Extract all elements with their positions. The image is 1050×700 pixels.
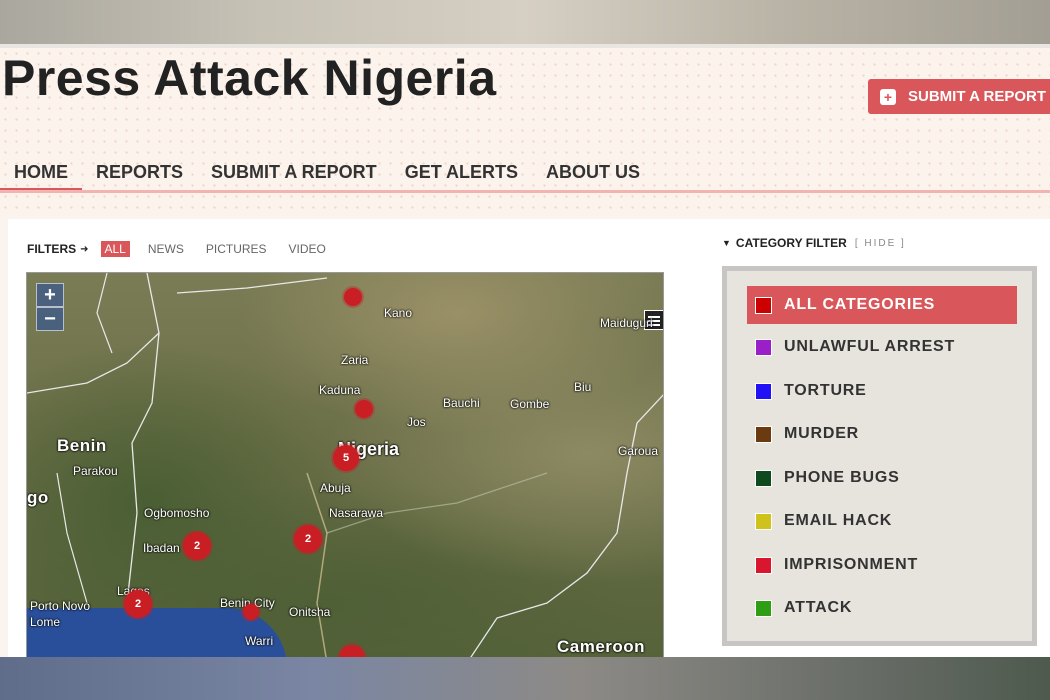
category-email-hack[interactable]: EMAIL HACK (747, 502, 1017, 540)
background-photo-bottom (0, 657, 1050, 700)
main-content: FILTERS ➜ ALL NEWS PICTURES VIDEO + − Ka… (8, 219, 1050, 662)
category-color-swatch (755, 512, 772, 530)
map-label-jos: Jos (407, 415, 426, 429)
map-label-porto-novo: Porto Novo (30, 599, 91, 613)
category-color-swatch (755, 296, 772, 314)
filter-tab-video[interactable]: VIDEO (289, 242, 326, 256)
category-color-swatch (755, 338, 772, 356)
zoom-out-button[interactable]: − (36, 307, 64, 331)
filter-tab-news[interactable]: NEWS (148, 242, 184, 256)
category-color-swatch (755, 599, 772, 617)
arrow-right-icon: ➜ (80, 243, 89, 255)
reports-map[interactable]: + − Kano Maiduguri Zaria Kaduna Bauchi G… (26, 272, 664, 662)
map-cluster-marker[interactable]: 2 (124, 590, 152, 618)
site-title[interactable]: Press Attack Nigeria (2, 49, 497, 107)
map-label-kano: Kano (384, 306, 413, 320)
category-unlawful-arrest[interactable]: UNLAWFUL ARREST (747, 328, 1017, 366)
arrow-down-icon: ▼ (722, 238, 731, 248)
map-cluster-marker[interactable]: 2 (294, 525, 322, 553)
map-label-benin: Benin (57, 436, 107, 455)
submit-report-label: SUBMIT A REPORT (908, 88, 1047, 105)
media-filters: FILTERS ➜ ALL NEWS PICTURES VIDEO (27, 241, 348, 257)
map-cluster-marker[interactable] (243, 604, 259, 620)
category-color-swatch (755, 425, 772, 443)
plus-icon: + (880, 88, 896, 105)
map-label-zaria: Zaria (341, 353, 369, 367)
map-label-maiduguri: Maiduguri (600, 316, 653, 330)
map-label-warri: Warri (245, 634, 274, 648)
map-label-garoua: Garoua (618, 444, 659, 458)
map-cluster-marker[interactable]: 2 (183, 532, 211, 560)
main-nav: HOME REPORTS SUBMIT A REPORT GET ALERTS … (0, 158, 654, 192)
map-label-parakou: Parakou (73, 464, 118, 478)
map-cluster-marker[interactable]: 5 (333, 445, 359, 471)
map-label-lome: Lome (30, 615, 61, 629)
map-label-gombe: Gombe (510, 397, 550, 411)
category-label: EMAIL HACK (784, 512, 893, 529)
map-label-bauchi: Bauchi (443, 396, 480, 410)
map-cluster-marker[interactable] (344, 288, 362, 306)
category-color-swatch (755, 469, 772, 487)
category-phone-bugs[interactable]: PHONE BUGS (747, 459, 1017, 497)
filter-tab-all[interactable]: ALL (100, 241, 130, 257)
filter-tab-pictures[interactable]: PICTURES (206, 242, 267, 256)
site-header: Press Attack Nigeria + SUBMIT A REPORT H… (0, 48, 1050, 216)
category-label: UNLAWFUL ARREST (784, 338, 956, 355)
category-label: PHONE BUGS (784, 469, 900, 486)
category-all[interactable]: ALL CATEGORIES (747, 286, 1017, 324)
category-label: IMPRISONMENT (784, 556, 919, 573)
category-filter-header: ▼ CATEGORY FILTER [ HIDE ] (722, 236, 906, 250)
map-label-onitsha: Onitsha (289, 605, 331, 619)
nav-item-get-alerts[interactable]: GET ALERTS (391, 158, 532, 192)
hide-categories-link[interactable]: [ HIDE ] (855, 238, 906, 249)
category-label: TORTURE (784, 382, 867, 399)
map-label-biu: Biu (574, 380, 592, 394)
map-label-abuja: Abuja (320, 481, 351, 495)
zoom-in-button[interactable]: + (36, 283, 64, 307)
category-label: ALL CATEGORIES (784, 296, 936, 313)
map-label-togo: go (27, 488, 49, 507)
nav-item-about-us[interactable]: ABOUT US (532, 158, 654, 192)
map-cluster-marker[interactable] (355, 400, 373, 418)
category-color-swatch (755, 556, 772, 574)
map-label-kaduna: Kaduna (319, 383, 361, 397)
category-color-swatch (755, 382, 772, 400)
map-label-ogbomosho: Ogbomosho (144, 506, 210, 520)
category-label: ATTACK (784, 599, 853, 616)
submit-report-button[interactable]: + SUBMIT A REPORT (868, 79, 1050, 114)
category-filter-label: CATEGORY FILTER (735, 236, 847, 250)
category-murder[interactable]: MURDER (747, 415, 1017, 453)
map-label-ibadan: Ibadan (143, 541, 180, 555)
nav-item-submit-report[interactable]: SUBMIT A REPORT (197, 158, 391, 192)
category-label: MURDER (784, 425, 860, 442)
nav-item-home[interactable]: HOME (0, 158, 82, 192)
filters-label: FILTERS (27, 242, 77, 256)
background-photo-top (0, 0, 1050, 46)
category-torture[interactable]: TORTURE (747, 372, 1017, 410)
category-imprisonment[interactable]: IMPRISONMENT (747, 546, 1017, 584)
nav-underline (0, 190, 1050, 193)
category-attack[interactable]: ATTACK (747, 589, 1017, 627)
category-filter-panel: ALL CATEGORIES UNLAWFUL ARREST TORTURE M… (722, 266, 1037, 646)
zoom-controls: + − (36, 283, 66, 331)
nav-item-reports[interactable]: REPORTS (82, 158, 197, 192)
map-label-nasarawa: Nasarawa (329, 506, 384, 520)
map-label-cameroon: Cameroon (557, 637, 646, 656)
